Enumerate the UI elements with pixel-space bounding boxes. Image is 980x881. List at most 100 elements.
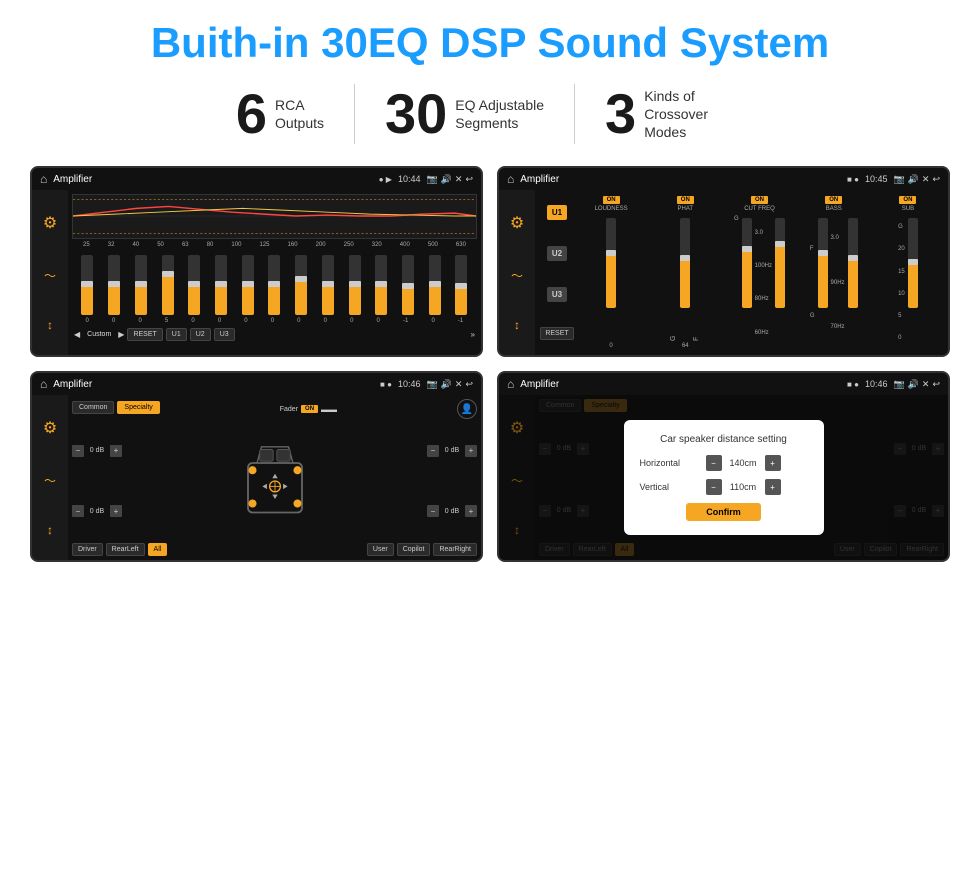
sub-slider[interactable] — [908, 218, 918, 308]
dialog-horizontal-row: Horizontal − 140cm + — [640, 455, 808, 471]
crossover-u2-btn[interactable]: U2 — [547, 246, 567, 261]
speaker-back-icon[interactable]: ↩ — [465, 379, 473, 390]
speaker-home-icon[interactable]: ⌂ — [40, 377, 47, 391]
eq-reset-btn[interactable]: RESET — [127, 328, 162, 341]
cutfreq-slider1[interactable] — [742, 218, 752, 308]
eq-time: 10:44 — [398, 174, 421, 184]
vertical-minus-btn[interactable]: − — [706, 479, 722, 495]
dialog-home-icon[interactable]: ⌂ — [507, 377, 514, 391]
crossover-back-icon[interactable]: ↩ — [932, 174, 940, 185]
eq-slider-12[interactable] — [402, 255, 414, 315]
eq-sidebar-icon3[interactable]: ↕ — [47, 318, 53, 332]
eq-home-icon[interactable]: ⌂ — [40, 172, 47, 186]
eq-graph — [72, 194, 477, 239]
eq-val-3: 5 — [165, 318, 168, 324]
all-btn[interactable]: All — [148, 543, 168, 556]
fr-plus-btn[interactable]: + — [465, 445, 477, 457]
crossover-sidebar-icon2[interactable]: 〜 — [511, 267, 523, 284]
speaker-sidebar-icon2[interactable]: 〜 — [44, 472, 56, 489]
crossover-u3-btn[interactable]: U3 — [547, 287, 567, 302]
crossover-sidebar-icon3[interactable]: ↕ — [514, 318, 520, 332]
eq-sidebar-icon1[interactable]: ⚙ — [43, 213, 57, 233]
loudness-slider1[interactable] — [606, 218, 616, 308]
rr-minus-btn[interactable]: − — [427, 505, 439, 517]
eq-slider-1[interactable] — [108, 255, 120, 315]
dialog-dots: ■ ● — [847, 380, 859, 389]
eq-sidebar-icon2[interactable]: 〜 — [44, 267, 56, 284]
dialog-back-icon[interactable]: ↩ — [932, 379, 940, 390]
copilot-btn[interactable]: Copilot — [397, 543, 431, 556]
user-btn[interactable]: User — [367, 543, 394, 556]
sub-on[interactable]: ON — [899, 196, 916, 204]
rl-plus-btn[interactable]: + — [110, 505, 122, 517]
rr-plus-btn[interactable]: + — [465, 505, 477, 517]
eq-slider-0[interactable] — [81, 255, 93, 315]
eq-slider-6[interactable] — [242, 255, 254, 315]
stat-eq: 30 EQ Adjustable Segments — [355, 86, 574, 142]
speaker-specialty-tab[interactable]: Specialty — [117, 401, 159, 414]
car-svg — [235, 436, 315, 526]
cutfreq-on[interactable]: ON — [751, 196, 768, 204]
eq-u1-btn[interactable]: U1 — [166, 328, 187, 341]
horizontal-minus-btn[interactable]: − — [706, 455, 722, 471]
eq-dot: ● ▶ — [379, 175, 392, 184]
eq-vol-icon: 🔊 — [441, 174, 452, 185]
horizontal-plus-btn[interactable]: + — [765, 455, 781, 471]
freq-63: 63 — [182, 242, 189, 248]
phat-on[interactable]: ON — [677, 196, 694, 204]
eq-slider-4[interactable] — [188, 255, 200, 315]
eq-slider-11[interactable] — [375, 255, 387, 315]
fader-slider[interactable]: ▬▬ — [321, 405, 337, 414]
rearright-btn[interactable]: RearRight — [433, 543, 477, 556]
phat-slider[interactable] — [680, 218, 690, 308]
dialog-vertical-control: − 110cm + — [706, 479, 781, 495]
crossover-reset-btn[interactable]: RESET — [540, 327, 573, 340]
confirm-button[interactable]: Confirm — [686, 503, 761, 521]
cutfreq-slider2[interactable] — [775, 218, 785, 308]
phat-g: G — [670, 216, 677, 341]
crossover-sidebar-icon1[interactable]: ⚙ — [510, 213, 524, 233]
speaker-camera-icon: 📷 — [426, 379, 437, 390]
eq-more-icon[interactable]: » — [471, 330, 475, 339]
speaker-common-tab[interactable]: Common — [72, 401, 114, 414]
fr-minus-btn[interactable]: − — [427, 445, 439, 457]
eq-u3-btn[interactable]: U3 — [214, 328, 235, 341]
fl-minus-btn[interactable]: − — [72, 445, 84, 457]
speaker-sidebar-icon3[interactable]: ↕ — [47, 523, 53, 537]
crossover-u1-btn[interactable]: U1 — [547, 205, 567, 220]
rl-minus-btn[interactable]: − — [72, 505, 84, 517]
rearleft-btn[interactable]: RearLeft — [106, 543, 145, 556]
eq-slider-10[interactable] — [349, 255, 361, 315]
eq-prev-btn[interactable]: ◀ — [74, 330, 80, 339]
eq-slider-3[interactable] — [162, 255, 174, 315]
eq-slider-7[interactable] — [268, 255, 280, 315]
eq-slider-8[interactable] — [295, 255, 307, 315]
eq-u2-btn[interactable]: U2 — [190, 328, 211, 341]
bass-slider1[interactable] — [818, 218, 828, 308]
eq-slider-14[interactable] — [455, 255, 467, 315]
crossover-home-icon[interactable]: ⌂ — [507, 172, 514, 186]
fader-on[interactable]: ON — [301, 405, 318, 413]
fl-plus-btn[interactable]: + — [110, 445, 122, 457]
speaker-sidebar-icon1[interactable]: ⚙ — [43, 418, 57, 438]
eq-next-btn[interactable]: ▶ — [118, 330, 124, 339]
driver-btn[interactable]: Driver — [72, 543, 103, 556]
stats-row: 6 RCA Outputs 30 EQ Adjustable Segments … — [30, 84, 950, 144]
eq-slider-9[interactable] — [322, 255, 334, 315]
eq-val-13: 0 — [431, 318, 434, 324]
speaker-profile-icon[interactable]: 👤 — [457, 399, 477, 419]
speaker-screen: ⌂ Amplifier ■ ● 10:46 📷 🔊 ✕ ↩ ⚙ 〜 ↕ — [30, 371, 483, 562]
eq-slider-13[interactable] — [429, 255, 441, 315]
eq-slider-2[interactable] — [135, 255, 147, 315]
eq-slider-5[interactable] — [215, 255, 227, 315]
loudness-on[interactable]: ON — [603, 196, 620, 204]
vertical-plus-btn[interactable]: + — [765, 479, 781, 495]
freq-25: 25 — [83, 242, 90, 248]
speaker-layout-area: − 0 dB + − 0 dB + — [72, 422, 477, 540]
bass-on[interactable]: ON — [825, 196, 842, 204]
bass-slider2[interactable] — [848, 218, 858, 308]
loudness-label: LOUDNESS — [595, 206, 628, 212]
speaker-dots: ■ ● — [380, 380, 392, 389]
eq-val-2: 0 — [138, 318, 141, 324]
eq-back-icon[interactable]: ↩ — [465, 174, 473, 185]
